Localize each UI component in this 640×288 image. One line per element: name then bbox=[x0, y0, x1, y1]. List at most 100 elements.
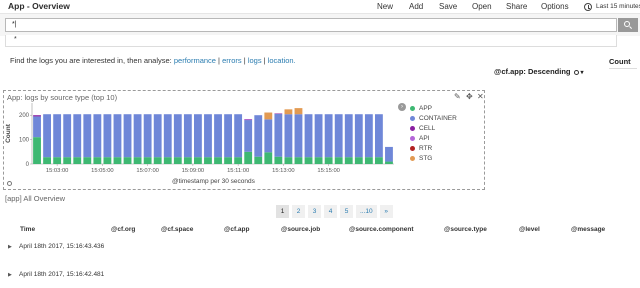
bar-container[interactable] bbox=[214, 114, 222, 158]
bar-app[interactable] bbox=[43, 157, 51, 164]
col-cf-org[interactable]: @cf.org bbox=[111, 226, 135, 233]
bar-app[interactable] bbox=[53, 157, 62, 164]
col-time[interactable]: Time bbox=[20, 226, 35, 233]
link-errors[interactable]: errors bbox=[222, 56, 242, 65]
legend-item-stg[interactable]: STG bbox=[410, 153, 457, 163]
bar-app[interactable] bbox=[264, 152, 273, 164]
legend-item-api[interactable]: API bbox=[410, 133, 457, 143]
bar-app[interactable] bbox=[163, 157, 172, 164]
bar-container[interactable] bbox=[194, 114, 202, 158]
bar-container[interactable] bbox=[244, 120, 253, 152]
bar-app[interactable] bbox=[214, 157, 222, 164]
link-performance[interactable]: performance bbox=[174, 56, 216, 65]
page-link[interactable]: » bbox=[379, 205, 393, 218]
options-button[interactable]: Options bbox=[541, 2, 569, 11]
bar-stg[interactable] bbox=[284, 109, 293, 115]
bar-container[interactable] bbox=[294, 114, 303, 158]
bar-container[interactable] bbox=[33, 116, 41, 138]
bar-container[interactable] bbox=[83, 114, 92, 158]
col-source-job[interactable]: @source.job bbox=[281, 226, 320, 233]
legend-item-container[interactable]: CONTAINER bbox=[410, 113, 457, 123]
bar-container[interactable] bbox=[324, 114, 333, 158]
col-cf-app[interactable]: @cf.app bbox=[224, 226, 249, 233]
bar-app[interactable] bbox=[204, 157, 212, 164]
bar-app[interactable] bbox=[183, 157, 192, 164]
bar-app[interactable] bbox=[344, 157, 353, 164]
add-button[interactable]: Add bbox=[409, 2, 423, 11]
bar-app[interactable] bbox=[123, 157, 132, 164]
share-button[interactable]: Share bbox=[506, 2, 527, 11]
bar-container[interactable] bbox=[173, 114, 182, 158]
bar-app[interactable] bbox=[113, 157, 122, 164]
bar-container[interactable] bbox=[385, 146, 393, 162]
bar-app[interactable] bbox=[143, 157, 152, 164]
bar-container[interactable] bbox=[264, 119, 273, 153]
col-level[interactable]: @level bbox=[519, 226, 540, 233]
legend-toggle-icon[interactable]: › bbox=[398, 103, 406, 111]
bar-app[interactable] bbox=[224, 157, 232, 164]
expand-icon[interactable]: ▶ bbox=[8, 272, 12, 278]
page-link[interactable]: 1 bbox=[276, 205, 289, 218]
bar-container[interactable] bbox=[374, 114, 383, 158]
bar-app[interactable] bbox=[244, 151, 253, 164]
bar-container[interactable] bbox=[274, 113, 283, 157]
bar-app[interactable] bbox=[133, 157, 142, 164]
bar-container[interactable] bbox=[163, 114, 172, 158]
bar-app[interactable] bbox=[294, 157, 303, 164]
bar-container[interactable] bbox=[153, 114, 162, 158]
col-cf-space[interactable]: @cf.space bbox=[161, 226, 193, 233]
bar-app[interactable] bbox=[274, 156, 283, 164]
bar-app[interactable] bbox=[194, 157, 202, 164]
legend-item-rtr[interactable]: RTR bbox=[410, 143, 457, 153]
link-location[interactable]: location. bbox=[268, 56, 296, 65]
bar-app[interactable] bbox=[354, 157, 363, 164]
link-logs[interactable]: logs bbox=[248, 56, 262, 65]
table-row[interactable]: ▶ April 18th 2017, 15:16:43.436 bbox=[0, 242, 640, 254]
col-message[interactable]: @message bbox=[571, 226, 605, 233]
col-source-component[interactable]: @source.component bbox=[349, 226, 414, 233]
bar-app[interactable] bbox=[374, 157, 383, 164]
bar-app[interactable] bbox=[173, 157, 182, 164]
bar-app[interactable] bbox=[314, 157, 323, 164]
bar-container[interactable] bbox=[73, 114, 82, 158]
open-button[interactable]: Open bbox=[472, 2, 492, 11]
bar-container[interactable] bbox=[53, 114, 62, 158]
new-button[interactable]: New bbox=[377, 2, 393, 11]
bar-container[interactable] bbox=[254, 115, 263, 157]
time-picker[interactable]: Last 15 minutes bbox=[596, 3, 640, 10]
search-button[interactable] bbox=[618, 18, 638, 32]
edit-icon[interactable]: ✎ bbox=[454, 92, 461, 101]
expand-icon[interactable]: ▶ bbox=[8, 244, 12, 250]
bar-container[interactable] bbox=[234, 114, 243, 158]
page-link[interactable]: 2 bbox=[292, 205, 305, 218]
bar-container[interactable] bbox=[284, 114, 293, 158]
bar-stg[interactable] bbox=[264, 112, 273, 120]
bar-app[interactable] bbox=[234, 157, 243, 164]
bar-app[interactable] bbox=[63, 157, 72, 164]
table-row[interactable]: ▶ April 18th 2017, 15:16:42.481 bbox=[0, 270, 640, 282]
bar-app[interactable] bbox=[33, 137, 41, 164]
legend-item-cell[interactable]: CELL bbox=[410, 123, 457, 133]
bar-container[interactable] bbox=[123, 114, 132, 158]
search-suggestion[interactable]: * bbox=[5, 35, 617, 47]
bar-container[interactable] bbox=[43, 114, 51, 158]
bar-app[interactable] bbox=[385, 161, 393, 164]
bar-container[interactable] bbox=[344, 114, 353, 158]
page-link[interactable]: 4 bbox=[324, 205, 337, 218]
bar-cell[interactable] bbox=[33, 115, 41, 117]
bar-container[interactable] bbox=[204, 114, 212, 158]
bar-stg[interactable] bbox=[294, 108, 303, 115]
bar-container[interactable] bbox=[103, 114, 112, 158]
resize-icon[interactable] bbox=[7, 181, 12, 186]
bar-app[interactable] bbox=[103, 157, 112, 164]
count-header[interactable]: Count bbox=[609, 57, 631, 66]
clock-icon[interactable] bbox=[584, 3, 592, 11]
bar-container[interactable] bbox=[183, 114, 192, 158]
bar-app[interactable] bbox=[73, 157, 82, 164]
col-source-type[interactable]: @source.type bbox=[444, 226, 487, 233]
bar-container[interactable] bbox=[113, 114, 122, 158]
page-link[interactable]: 3 bbox=[308, 205, 321, 218]
search-input[interactable]: *| bbox=[5, 18, 617, 32]
bar-app[interactable] bbox=[83, 157, 92, 164]
bar-container[interactable] bbox=[143, 114, 152, 158]
